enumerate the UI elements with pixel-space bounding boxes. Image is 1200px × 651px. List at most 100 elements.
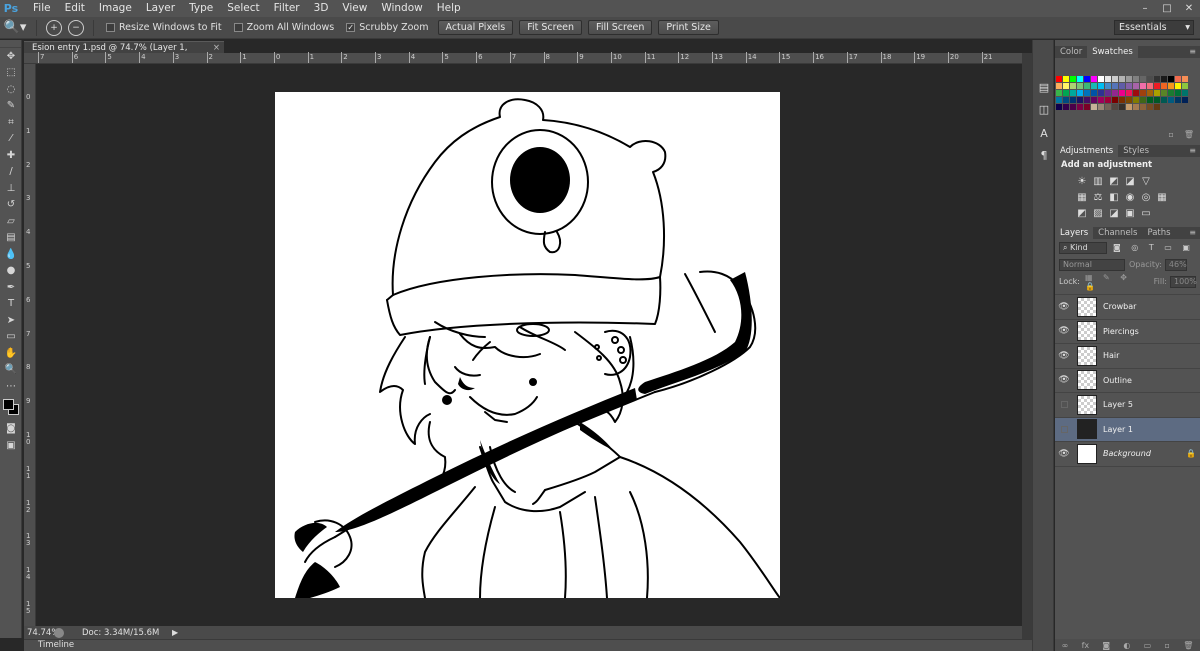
swatch[interactable] <box>1119 83 1125 89</box>
swatch[interactable] <box>1105 97 1111 103</box>
path-select-tool-icon[interactable]: ➤ <box>0 312 22 329</box>
swatch[interactable] <box>1070 97 1076 103</box>
swatch[interactable] <box>1161 97 1167 103</box>
swatch[interactable] <box>1084 90 1090 96</box>
swatch[interactable] <box>1084 104 1090 110</box>
gradient-map-icon[interactable]: ▭ <box>1139 206 1153 220</box>
status-menu-arrow-icon[interactable]: ▶ <box>172 628 178 637</box>
swatch[interactable] <box>1105 83 1111 89</box>
swatch[interactable] <box>1126 90 1132 96</box>
new-layer-icon[interactable]: ▫ <box>1165 641 1170 650</box>
threshold-icon[interactable]: ◪ <box>1107 206 1121 220</box>
minimize-button[interactable]: – <box>1134 0 1156 17</box>
fit-screen-button[interactable]: Fit Screen <box>519 20 583 35</box>
channel-mixer-icon[interactable]: ◎ <box>1139 190 1153 204</box>
visibility-toggle[interactable] <box>1055 401 1073 409</box>
swatch[interactable] <box>1175 90 1181 96</box>
swatch[interactable] <box>1070 104 1076 110</box>
black-white-icon[interactable]: ◧ <box>1107 190 1121 204</box>
menu-view[interactable]: View <box>335 0 374 17</box>
swatch[interactable] <box>1161 76 1167 82</box>
zoom-level[interactable]: 74.74% <box>24 628 59 638</box>
eye-icon[interactable]: 👁 <box>1055 326 1073 336</box>
swatch[interactable] <box>1063 83 1069 89</box>
swatch[interactable] <box>1147 90 1153 96</box>
swatch[interactable] <box>1154 76 1160 82</box>
tab-color[interactable]: Color <box>1055 46 1087 58</box>
type-tool-icon[interactable]: T <box>0 296 22 313</box>
swatch[interactable] <box>1063 104 1069 110</box>
crop-tool-icon[interactable]: ⌗ <box>0 114 22 131</box>
swatch[interactable] <box>1070 90 1076 96</box>
swatch[interactable] <box>1133 90 1139 96</box>
swatch[interactable] <box>1098 97 1104 103</box>
layer-row[interactable]: 👁 Piercings <box>1055 320 1200 344</box>
lock-icons[interactable]: ▦ ✎ ✥ 🔒 <box>1085 273 1148 291</box>
swatch[interactable] <box>1182 76 1188 82</box>
swatch[interactable] <box>1098 104 1104 110</box>
zoom-all-windows-checkbox[interactable]: Zoom All Windows <box>233 22 334 33</box>
fill-screen-button[interactable]: Fill Screen <box>588 20 653 35</box>
swatch[interactable] <box>1182 97 1188 103</box>
swatch[interactable] <box>1161 83 1167 89</box>
document-tab[interactable]: Esion entry 1.psd @ 74.7% (Layer 1, RGB/… <box>24 41 224 65</box>
swatch[interactable] <box>1063 76 1069 82</box>
swatch[interactable] <box>1154 83 1160 89</box>
swatch[interactable] <box>1175 97 1181 103</box>
zoom-in-icon[interactable]: + <box>46 19 62 36</box>
lasso-tool-icon[interactable]: ◌ <box>0 81 22 98</box>
swatch[interactable] <box>1091 76 1097 82</box>
tab-styles[interactable]: Styles <box>1118 145 1154 157</box>
invert-icon[interactable]: ◩ <box>1075 206 1089 220</box>
vertical-ruler[interactable]: 0 1 2 3 4 5 6 7 8 9 1 0 1 1 1 2 1 3 1 4 1 5 <box>24 64 36 626</box>
swatch[interactable] <box>1098 83 1104 89</box>
color-balance-icon[interactable]: ⚖ <box>1091 190 1105 204</box>
quick-select-tool-icon[interactable]: ✎ <box>0 98 22 115</box>
swatch[interactable] <box>1154 97 1160 103</box>
menu-help[interactable]: Help <box>430 0 468 17</box>
menu-edit[interactable]: Edit <box>58 0 92 17</box>
menu-window[interactable]: Window <box>374 0 429 17</box>
swatch[interactable] <box>1168 90 1174 96</box>
layer-row[interactable]: Layer 1 <box>1055 417 1200 442</box>
selective-color-icon[interactable]: ▣ <box>1123 206 1137 220</box>
eye-icon[interactable]: 👁 <box>1055 449 1073 459</box>
swatch[interactable] <box>1126 83 1132 89</box>
blur-tool-icon[interactable]: 💧 <box>0 246 22 263</box>
swatch[interactable] <box>1133 76 1139 82</box>
swatch[interactable] <box>1112 83 1118 89</box>
color-swatches-tool[interactable] <box>0 397 21 419</box>
swatch[interactable] <box>1063 97 1069 103</box>
document-canvas[interactable] <box>275 92 780 598</box>
swatch[interactable] <box>1168 97 1174 103</box>
swatch[interactable] <box>1112 76 1118 82</box>
marquee-tool-icon[interactable]: ⬚ <box>0 65 22 82</box>
scrubby-zoom-checkbox[interactable]: ✓ Scrubby Zoom <box>346 22 429 33</box>
layer-row[interactable]: 👁 Crowbar <box>1055 295 1200 320</box>
swatch[interactable] <box>1147 76 1153 82</box>
layer-kind-filter[interactable]: ⌕ Kind <box>1059 241 1107 254</box>
swatch[interactable] <box>1084 83 1090 89</box>
opacity-input[interactable]: 46% <box>1164 258 1187 271</box>
swatch[interactable] <box>1091 83 1097 89</box>
timeline-panel-tab[interactable]: Timeline <box>24 639 1054 651</box>
panel-menu-icon[interactable]: ≡ <box>1189 46 1196 58</box>
print-size-button[interactable]: Print Size <box>658 20 719 35</box>
swatch[interactable] <box>1091 97 1097 103</box>
dodge-tool-icon[interactable]: ● <box>0 263 22 280</box>
menu-filter[interactable]: Filter <box>267 0 307 17</box>
screen-mode-icon[interactable]: ▣ <box>0 437 22 454</box>
panel-menu-icon[interactable]: ≡ <box>1189 227 1196 239</box>
vibrance-icon[interactable]: ▽ <box>1139 174 1153 188</box>
layer-row[interactable]: 👁 Hair <box>1055 344 1200 369</box>
swatch[interactable] <box>1175 83 1181 89</box>
swatch[interactable] <box>1098 90 1104 96</box>
vertical-scrollbar[interactable] <box>1022 53 1032 639</box>
quick-mask-icon[interactable]: ◙ <box>0 421 22 438</box>
swatch[interactable] <box>1077 90 1083 96</box>
swatch[interactable] <box>1056 97 1062 103</box>
tab-adjustments[interactable]: Adjustments <box>1055 145 1119 157</box>
swatch[interactable] <box>1056 83 1062 89</box>
menu-type[interactable]: Type <box>182 0 220 17</box>
brightness-contrast-icon[interactable]: ☀ <box>1075 174 1089 188</box>
